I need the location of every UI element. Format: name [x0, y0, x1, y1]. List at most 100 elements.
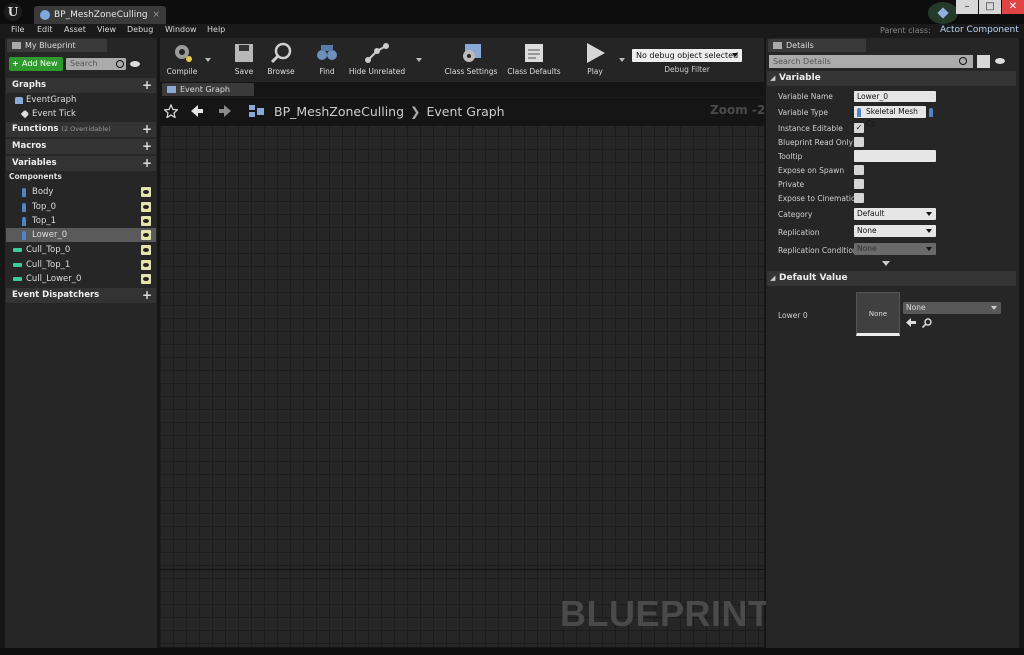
details-tab-icon [773, 42, 782, 49]
add-variable-icon[interactable]: + [142, 156, 152, 171]
add-new-button[interactable]: + Add New [9, 57, 63, 71]
my-blueprint-tab[interactable]: My Blueprint [7, 39, 107, 52]
replication-select[interactable]: None [854, 225, 936, 237]
use-selected-arrow-icon[interactable] [906, 318, 916, 327]
graph-canvas[interactable] [160, 97, 764, 647]
visibility-eye-icon[interactable] [141, 274, 151, 284]
advanced-expand-icon[interactable] [882, 261, 890, 266]
tree-item-event-graph[interactable]: EventGraph [6, 93, 156, 107]
menu-help[interactable]: Help [207, 25, 225, 34]
graph-tab-icon [167, 86, 176, 93]
expose-cinematics-checkbox[interactable] [854, 193, 864, 203]
graphs-section[interactable]: Graphs + [6, 78, 156, 93]
variables-section[interactable]: Variables + [6, 156, 156, 171]
functions-section[interactable]: Functions (2 Overridable) + [6, 122, 156, 137]
variable-category[interactable]: ◢ Variable [767, 71, 1016, 86]
add-function-icon[interactable]: + [142, 122, 152, 137]
replication-value: None [857, 226, 877, 235]
save-button[interactable]: Save [226, 38, 262, 82]
chevron-down-icon [732, 53, 738, 57]
document-tab[interactable]: BP_MeshZoneCulling × [34, 6, 166, 24]
browse-asset-search-icon[interactable] [922, 318, 932, 328]
hide-unrelated-button[interactable]: Hide Unrelated [346, 38, 408, 82]
variable-row-selected[interactable]: Lower_0 [6, 228, 156, 242]
chevron-down-icon [926, 247, 932, 251]
visibility-eye-icon[interactable] [141, 187, 151, 197]
menu-file[interactable]: File [11, 25, 24, 34]
close-icon[interactable]: × [152, 6, 160, 24]
event-graph-tab[interactable]: Event Graph [162, 83, 254, 96]
minimize-button[interactable]: – [956, 0, 978, 14]
visibility-eye-icon[interactable] [141, 216, 151, 226]
menu-edit[interactable]: Edit [37, 25, 53, 34]
read-only-checkbox[interactable] [854, 137, 864, 147]
eye-icon[interactable] [995, 58, 1005, 64]
variable-category-label: Variable [779, 73, 821, 83]
variable-row[interactable]: Cull_Top_0 [6, 243, 156, 257]
parent-class-link[interactable]: Actor Component [940, 25, 1019, 35]
add-dispatcher-icon[interactable]: + [142, 288, 152, 303]
class-defaults-button[interactable]: Class Defaults [504, 38, 564, 82]
variable-row[interactable]: Top_0 [6, 200, 156, 214]
add-macro-icon[interactable]: + [142, 139, 152, 154]
browse-button[interactable]: Browse [262, 38, 300, 82]
add-graph-icon[interactable]: + [142, 78, 152, 93]
container-type-icon[interactable] [929, 108, 933, 117]
event-dispatchers-section[interactable]: Event Dispatchers + [6, 288, 156, 303]
replication-condition-label: Replication Condition [778, 246, 858, 255]
event-graph-icon [249, 105, 264, 117]
variable-row[interactable]: Cull_Top_1 [6, 258, 156, 272]
components-category[interactable]: Components [6, 171, 156, 183]
find-button[interactable]: Find [310, 38, 344, 82]
breadcrumb-event-graph[interactable]: Event Graph [426, 104, 504, 119]
menu-window[interactable]: Window [165, 25, 197, 34]
variable-row[interactable]: Cull_Lower_0 [6, 272, 156, 286]
tooltip-field[interactable] [854, 150, 936, 162]
cull-variable-icon [13, 263, 22, 267]
blueprint-icon [40, 10, 50, 20]
variable-row[interactable]: Body [6, 185, 156, 199]
details-tab[interactable]: Details [768, 39, 866, 52]
play-options-chevron-icon[interactable] [619, 58, 625, 62]
menu-debug[interactable]: Debug [127, 25, 153, 34]
default-value-category[interactable]: ◢ Default Value [767, 271, 1016, 286]
asset-thumbnail[interactable]: None [856, 292, 900, 336]
default-asset-select[interactable]: None [903, 302, 1001, 314]
expose-on-spawn-checkbox[interactable] [854, 165, 864, 175]
component-icon [22, 188, 26, 197]
menu-asset[interactable]: Asset [64, 25, 86, 34]
eye-icon[interactable] [130, 61, 140, 67]
visibility-eye-icon[interactable] [141, 202, 151, 212]
visibility-eye-icon[interactable] [141, 260, 151, 270]
breadcrumb-blueprint[interactable]: BP_MeshZoneCulling [274, 104, 404, 119]
tree-item-event-tick[interactable]: Event Tick [6, 107, 156, 121]
play-button[interactable]: Play [578, 38, 612, 82]
macros-section[interactable]: Macros + [6, 139, 156, 154]
source-control-icon[interactable] [928, 2, 958, 24]
variable-label: Cull_Lower_0 [26, 274, 82, 284]
class-settings-button[interactable]: Class Settings [440, 38, 502, 82]
favorite-star-icon[interactable] [164, 104, 178, 118]
hide-unrelated-chevron-icon[interactable] [416, 58, 422, 62]
window-close-button[interactable]: ✕ [1002, 0, 1024, 14]
functions-header: Functions [12, 124, 59, 134]
property-matrix-icon[interactable] [977, 55, 990, 68]
menu-view[interactable]: View [97, 25, 116, 34]
variable-row[interactable]: Top_1 [6, 214, 156, 228]
compile-button[interactable]: Compile [162, 38, 202, 82]
forward-arrow-icon[interactable] [218, 104, 232, 118]
debug-object-select[interactable]: No debug object selected [632, 49, 742, 62]
compile-options-chevron-icon[interactable] [205, 58, 211, 62]
visibility-eye-icon[interactable] [141, 230, 151, 240]
private-checkbox[interactable] [854, 179, 864, 189]
visibility-eye-icon[interactable] [141, 245, 151, 255]
variable-type-select[interactable]: Skeletal Mesh Co [854, 106, 926, 128]
instance-editable-checkbox[interactable]: ✓ [854, 123, 864, 133]
details-search-input[interactable]: Search Details [769, 55, 973, 68]
back-arrow-icon[interactable] [190, 104, 204, 118]
variable-name-field[interactable]: Lower_0 [854, 91, 936, 102]
breadcrumb-separator: ❯ [410, 104, 421, 119]
category-select[interactable]: Default [854, 208, 936, 220]
default-asset-value: None [906, 303, 926, 312]
maximize-button[interactable]: □ [979, 0, 1001, 14]
